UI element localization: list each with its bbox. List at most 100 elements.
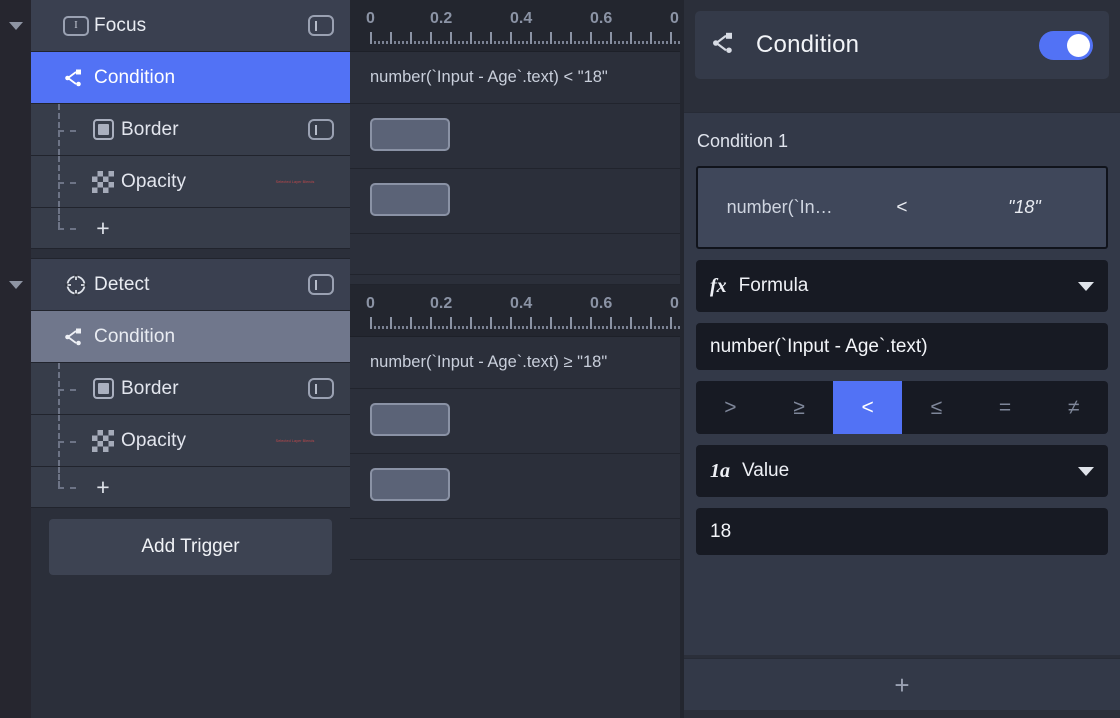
timeline-clip[interactable] xyxy=(370,468,450,501)
operator-button-gt[interactable]: > xyxy=(696,381,765,434)
ruler-minor-tick xyxy=(462,41,464,44)
ruler-minor-tick xyxy=(538,41,540,44)
timeline-track-focus-border[interactable] xyxy=(350,104,684,169)
tree-item-detect-opacity[interactable]: Opacity Selected Layer Blends xyxy=(31,415,350,467)
operator-button-gte[interactable]: ≥ xyxy=(765,381,834,434)
ruler-minor-tick xyxy=(546,326,548,329)
detect-add-label: + xyxy=(96,473,110,500)
focus-disclosure-toggle[interactable] xyxy=(0,0,31,52)
timeline-clip[interactable] xyxy=(370,403,450,436)
condition-enable-switch[interactable] xyxy=(1039,30,1093,60)
indent-spacer xyxy=(58,363,85,414)
ruler-minor-tick xyxy=(446,326,448,329)
operator-button-lte[interactable]: ≤ xyxy=(902,381,971,434)
ruler-minor-tick xyxy=(634,41,636,44)
detect-opacity-note-wrap: Selected Layer Blends xyxy=(274,438,334,443)
ruler-major-tick xyxy=(430,32,432,44)
operator-button-neq[interactable]: ≠ xyxy=(1039,381,1108,434)
condition-section-label: Condition 1 xyxy=(697,131,789,151)
detect-enable-toggle[interactable] xyxy=(308,274,334,295)
source-type-dropdown[interactable]: fx Formula xyxy=(696,260,1108,312)
timeline-ruler-detect[interactable]: 0 0.2 0.4 0.6 0 xyxy=(350,285,684,337)
ruler-minor-tick xyxy=(542,326,544,329)
ruler-major-tick xyxy=(390,32,392,44)
ruler-minor-tick xyxy=(494,326,496,329)
square-filled-icon xyxy=(85,119,121,140)
indent-spacer xyxy=(31,259,58,310)
tree-item-focus-condition[interactable]: Condition xyxy=(31,52,350,104)
operator-button-eq[interactable]: = xyxy=(971,381,1040,434)
ruler-minor-tick xyxy=(434,326,436,329)
timeline-track-detect-opacity[interactable] xyxy=(350,454,684,519)
value-input[interactable]: 18 xyxy=(696,508,1108,555)
inspector-header[interactable]: Condition xyxy=(695,11,1109,79)
timeline-clip[interactable] xyxy=(370,183,450,216)
tree-item-detect-border[interactable]: Border xyxy=(31,363,350,415)
condition-summary-box[interactable]: number(`In… < "18" xyxy=(696,166,1108,249)
ruler-major-tick xyxy=(450,32,452,44)
ruler-minor-tick xyxy=(626,326,628,329)
ruler-minor-tick xyxy=(478,326,480,329)
ruler-minor-tick xyxy=(578,41,580,44)
value-type-dropdown[interactable]: 1a Value xyxy=(696,445,1108,497)
inspector-header-wrap: Condition xyxy=(684,0,1120,79)
ruler-minor-tick xyxy=(658,326,660,329)
ruler-major-tick xyxy=(450,317,452,329)
indent-spacer xyxy=(31,415,58,466)
add-trigger-button[interactable]: Add Trigger xyxy=(49,519,332,575)
formula-input[interactable]: number(`Input - Age`.text) xyxy=(696,323,1108,370)
ruler-minor-tick xyxy=(662,326,664,329)
tree-group-focus[interactable]: I Focus xyxy=(8,0,350,52)
timeline-expression-detect: number(`Input - Age`.text) ≥ "18" xyxy=(350,337,684,389)
timeline-track-detect-border[interactable] xyxy=(350,389,684,454)
ruler-minor-tick xyxy=(526,326,528,329)
ruler-minor-tick xyxy=(386,41,388,44)
detect-add-property-button[interactable]: + xyxy=(31,467,350,508)
ruler-tick-label: 0.2 xyxy=(430,10,453,27)
ruler-minor-tick xyxy=(486,326,488,329)
operator-selector[interactable]: > ≥ < ≤ = ≠ xyxy=(696,381,1108,434)
focus-border-enable-toggle[interactable] xyxy=(308,119,334,140)
tree-item-label: Condition xyxy=(94,325,176,347)
operator-button-lt[interactable]: < xyxy=(833,381,903,434)
ruler-minor-tick xyxy=(598,326,600,329)
focus-add-property-button[interactable]: + xyxy=(31,208,350,249)
opacity-warning-note: Selected Layer Blends xyxy=(275,179,315,184)
tree-item-focus-opacity[interactable]: Opacity Selected Layer Blends xyxy=(31,156,350,208)
ruler-minor-tick xyxy=(594,326,596,329)
tree-group-detect[interactable]: Detect xyxy=(8,259,350,311)
ruler-minor-tick xyxy=(414,326,416,329)
chevron-down-icon xyxy=(1078,466,1094,476)
ruler-tick-label: 0 xyxy=(366,295,375,312)
ruler-major-tick xyxy=(410,32,412,44)
timeline-track-focus-opacity[interactable] xyxy=(350,169,684,234)
ruler-minor-tick xyxy=(454,326,456,329)
tree-item-detect-condition[interactable]: Condition xyxy=(31,311,350,363)
ruler-minor-tick xyxy=(586,326,588,329)
ruler-minor-tick xyxy=(486,41,488,44)
ruler-minor-tick xyxy=(382,326,384,329)
timeline-track-focus-add xyxy=(350,234,684,275)
focus-enable-toggle[interactable] xyxy=(308,15,334,36)
ruler-minor-tick xyxy=(502,41,504,44)
detect-disclosure-toggle[interactable] xyxy=(0,259,31,311)
add-condition-button[interactable]: + xyxy=(684,658,1120,710)
ruler-minor-tick xyxy=(378,326,380,329)
ruler-minor-tick xyxy=(586,41,588,44)
tree-item-focus-border[interactable]: Border xyxy=(31,104,350,156)
inspector-bottom-strip xyxy=(684,710,1120,718)
ruler-major-tick xyxy=(490,32,492,44)
crosshair-icon xyxy=(58,273,94,297)
toggle-off-icon xyxy=(308,119,334,140)
ruler-minor-tick xyxy=(418,326,420,329)
ruler-minor-tick xyxy=(398,41,400,44)
toggle-off-icon xyxy=(308,274,334,295)
tree-item-label: Condition xyxy=(94,66,176,88)
timeline-ruler-focus[interactable]: 0 0.2 0.4 0.6 0 xyxy=(350,0,684,52)
ruler-minor-tick xyxy=(438,326,440,329)
ruler-minor-tick xyxy=(422,41,424,44)
detect-border-enable-toggle[interactable] xyxy=(308,378,334,399)
timeline-clip[interactable] xyxy=(370,118,450,151)
ruler-minor-tick xyxy=(522,41,524,44)
ruler-minor-tick xyxy=(542,41,544,44)
